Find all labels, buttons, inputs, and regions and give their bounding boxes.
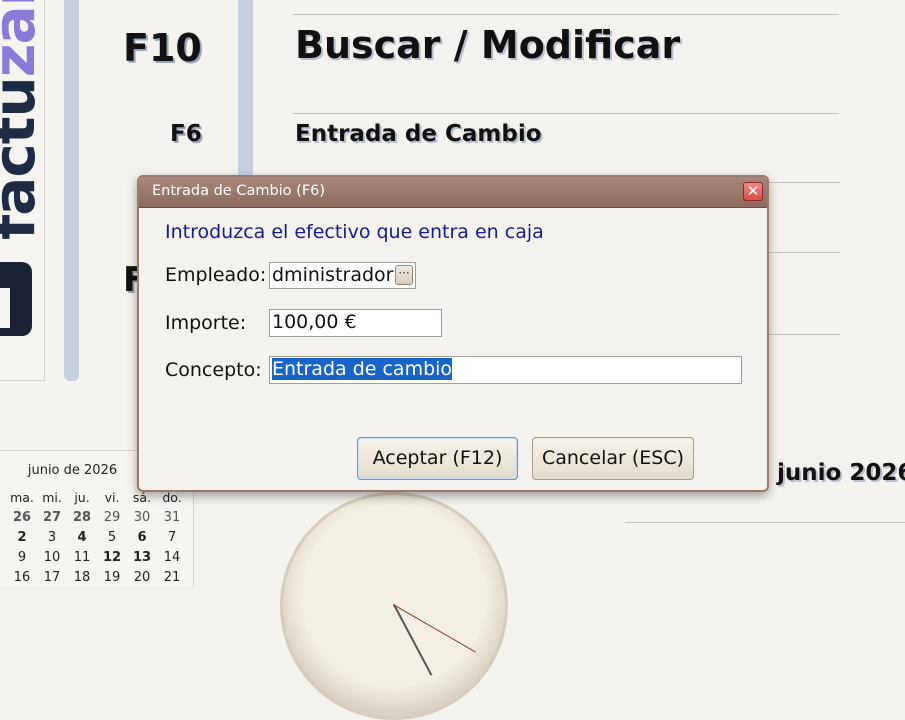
decorative-bar	[64, 0, 79, 381]
calendar-day[interactable]: 30	[127, 509, 157, 526]
weekday-header: vi.	[104, 490, 120, 505]
calendar-day[interactable]: 21	[157, 569, 187, 586]
app-logo-icon	[0, 262, 32, 336]
menu-entrada-de-cambio[interactable]: Entrada de Cambio	[295, 121, 542, 147]
calendar-day[interactable]: 4	[67, 529, 97, 546]
dialog-titlebar[interactable]: Entrada de Cambio (F6) ✕	[139, 177, 767, 208]
calendar-day[interactable]: 2	[7, 529, 37, 546]
calendar-day[interactable]: 27	[37, 509, 67, 526]
calendar-day[interactable]: 3	[37, 529, 67, 546]
calendar-day[interactable]: 18	[67, 569, 97, 586]
calendar-day[interactable]: 29	[97, 509, 127, 526]
calendar-day[interactable]: 10	[37, 549, 67, 566]
calendar-day[interactable]: 11	[67, 549, 97, 566]
divider	[760, 334, 840, 335]
concepto-label: Concepto:	[165, 359, 262, 381]
calendar-title: junio de 2026	[27, 463, 118, 478]
dialog-title: Entrada de Cambio (F6)	[152, 183, 326, 199]
importe-value: 100,00 €	[272, 311, 357, 333]
divider	[760, 182, 840, 183]
calendar-day[interactable]: 17	[37, 569, 67, 586]
calendar-day[interactable]: 26	[7, 509, 37, 526]
concepto-value: Entrada de cambio	[272, 358, 453, 380]
calendar-grid: ma. mi. ju. vi. sá. do. 26 27 28 29 30 3…	[7, 489, 187, 586]
logo-panel: factuzan	[0, 0, 45, 381]
menu-buscar-modificar[interactable]: Buscar / Modificar	[295, 23, 680, 67]
entrada-cambio-dialog: Entrada de Cambio (F6) ✕ Introduzca el e…	[137, 175, 769, 492]
calendar-day[interactable]: 28	[67, 509, 97, 526]
divider	[293, 113, 839, 114]
calendar-day[interactable]: 20	[127, 569, 157, 586]
calendar-day[interactable]: 19	[97, 569, 127, 586]
shortcut-f10[interactable]: F10	[123, 26, 202, 70]
calendar-day[interactable]: 31	[157, 509, 187, 526]
empleado-label: Empleado:	[165, 264, 267, 286]
dialog-body: Introduzca el efectivo que entra en caja…	[139, 208, 767, 490]
accept-button[interactable]: Aceptar (F12)	[357, 437, 518, 480]
shortcut-f6[interactable]: F6	[170, 121, 202, 147]
calendar-day[interactable]: 6	[127, 529, 157, 546]
cancel-button[interactable]: Cancelar (ESC)	[532, 437, 694, 480]
calendar-day[interactable]: 7	[157, 529, 187, 546]
divider	[293, 14, 839, 15]
importe-label: Importe:	[165, 312, 247, 334]
divider	[760, 252, 840, 253]
current-month-label: junio 2026	[777, 460, 905, 486]
dialog-instruction: Introduzca el efectivo que entra en caja	[165, 221, 544, 243]
calendar-day[interactable]: 12	[97, 549, 127, 566]
empleado-lookup-button[interactable]: ···	[395, 265, 413, 285]
concepto-field[interactable]: Entrada de cambio	[269, 356, 742, 384]
calendar-day[interactable]: 14	[157, 549, 187, 566]
weekday-header: ju.	[74, 490, 90, 505]
weekday-header: ma.	[10, 490, 34, 505]
calendar-day[interactable]: 16	[7, 569, 37, 586]
calendar-day[interactable]: 13	[127, 549, 157, 566]
app-logo-text: factuzan	[0, 0, 45, 240]
weekday-header: mi.	[42, 490, 62, 505]
divider	[625, 522, 905, 523]
empleado-field[interactable]: dministrador ···	[269, 262, 416, 289]
close-icon[interactable]: ✕	[743, 182, 763, 201]
clock-widget	[280, 492, 508, 720]
calendar-day[interactable]: 9	[7, 549, 37, 566]
calendar-day[interactable]: 5	[97, 529, 127, 546]
empleado-value: dministrador	[272, 264, 394, 286]
importe-field[interactable]: 100,00 €	[269, 309, 442, 337]
